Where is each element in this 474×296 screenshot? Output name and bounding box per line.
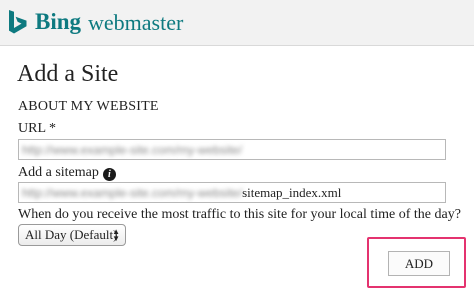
top-header: Bing webmaster	[0, 0, 474, 46]
sitemap-label: Add a sitemap	[18, 165, 99, 180]
sitemap-value-blurred: http://www.example-site.com/my-website/	[22, 186, 243, 200]
add-button[interactable]: ADD	[388, 251, 450, 276]
page-title: Add a Site	[17, 61, 119, 87]
sitemap-value-suffix: sitemap_index.xml	[242, 185, 342, 200]
brand-name[interactable]: Bing	[35, 8, 81, 36]
sitemap-input[interactable]: http://www.example-site.com/my-website/s…	[18, 182, 446, 203]
traffic-time-select[interactable]: All Day (Default) ▲ ▼	[18, 224, 126, 246]
section-title: ABOUT MY WEBSITE	[18, 99, 159, 114]
traffic-time-selected: All Day (Default)	[25, 227, 118, 242]
product-name[interactable]: webmaster	[88, 9, 183, 37]
traffic-question-label: When do you receive the most traffic to …	[18, 207, 461, 222]
bing-logo-icon	[9, 10, 27, 34]
select-arrows-icon: ▲ ▼	[112, 227, 120, 243]
sitemap-label-row: Add a sitemap i	[18, 164, 116, 182]
url-input[interactable]: http://www.example-site.com/my-website/	[18, 139, 446, 160]
info-icon[interactable]: i	[102, 168, 116, 181]
url-value: http://www.example-site.com/my-website/	[22, 143, 243, 157]
url-label: URL *	[18, 121, 56, 136]
